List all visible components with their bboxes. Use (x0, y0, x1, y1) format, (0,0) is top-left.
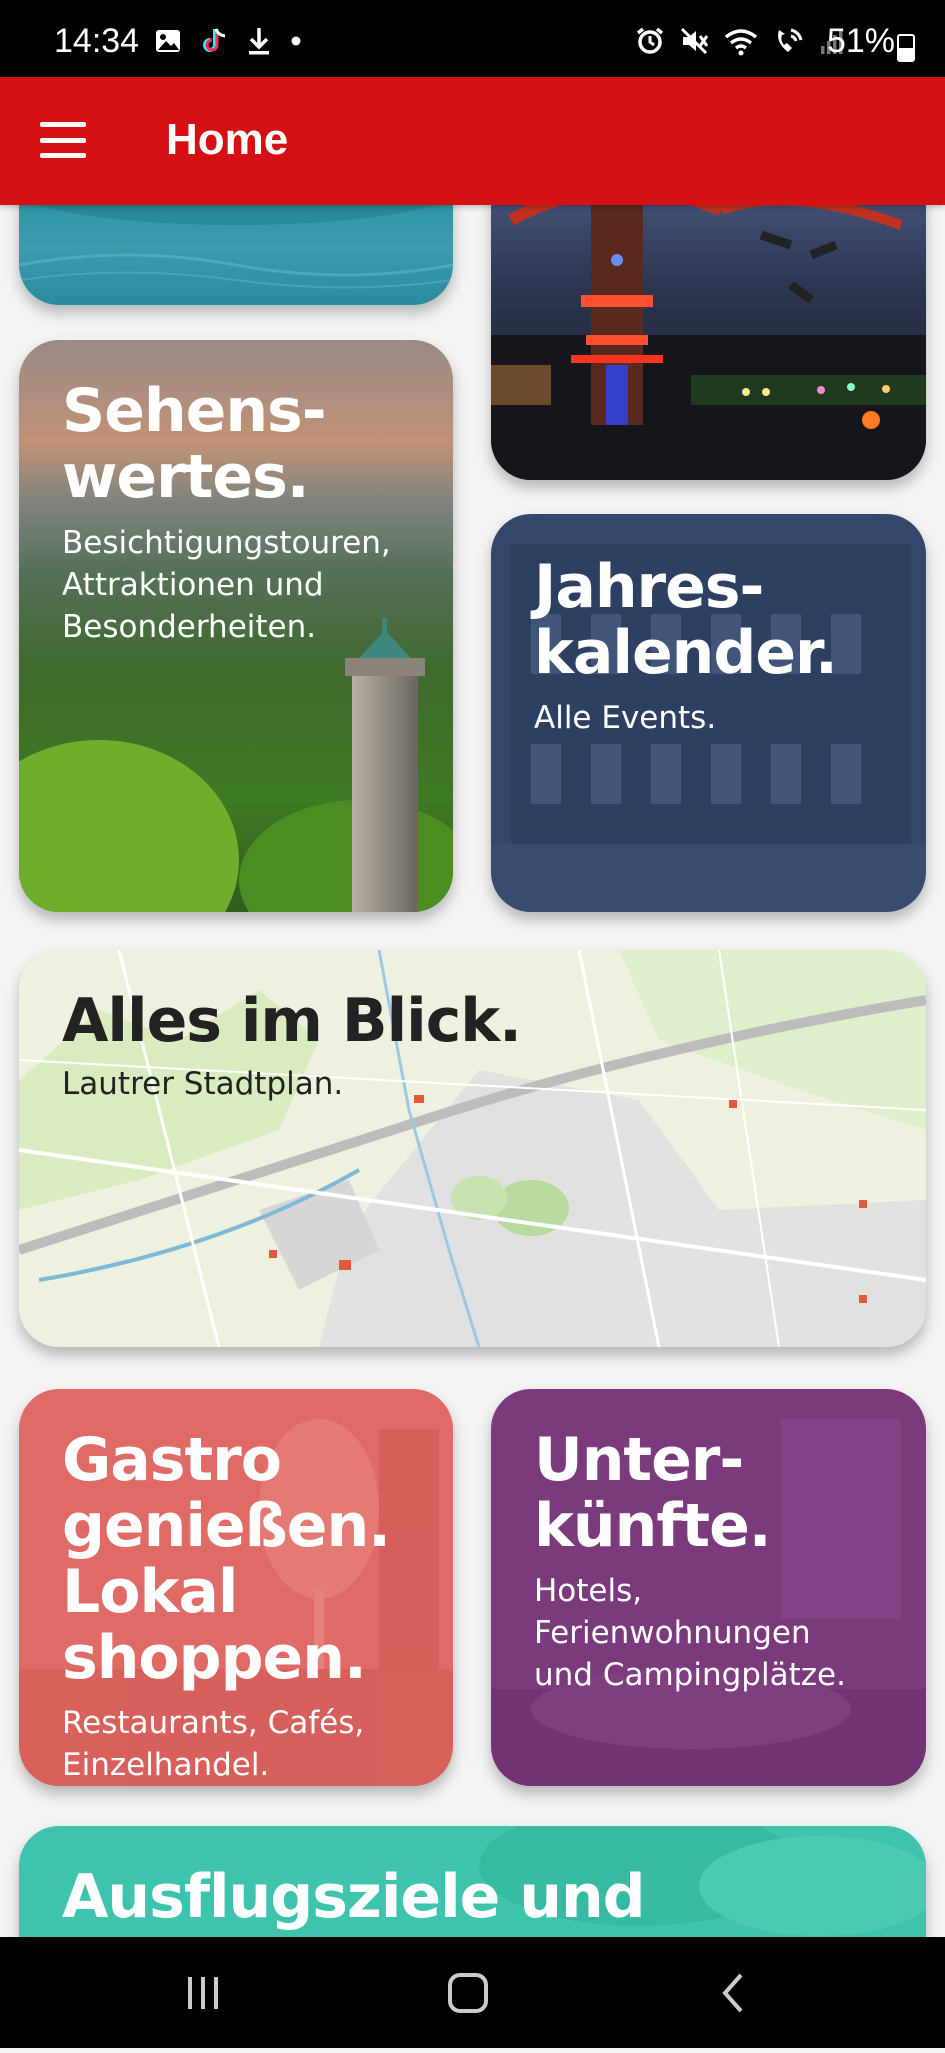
gastro-title-line1: Gastro (62, 1425, 282, 1495)
city-map-tile[interactable]: Alles im Blick. Lautrer Stadtplan. (19, 950, 926, 1347)
mute-icon (680, 27, 709, 55)
system-icons (635, 26, 845, 56)
sights-subtitle-line2: Attraktionen und (62, 567, 324, 603)
water-image (19, 205, 453, 289)
gastro-title-line3: Lokal (62, 1557, 238, 1627)
sights-subtitle-line3: Besonderheiten. (62, 609, 317, 645)
sights-tile[interactable]: Sehens- wertes. Besichtigungstouren, Att… (19, 340, 453, 912)
stays-title-line2: künfte. (534, 1491, 772, 1561)
battery-icon (897, 34, 915, 62)
battery-percentage: 51% (826, 22, 895, 60)
back-icon[interactable] (673, 1937, 793, 2048)
system-navigation-bar (0, 1937, 945, 2048)
gastro-title-line2: genießen. (62, 1491, 391, 1561)
tiktok-icon (203, 28, 226, 52)
stays-subtitle-line2: Ferienwohnungen (534, 1615, 811, 1651)
status-bar: 14:34 51% (0, 0, 945, 77)
sights-subtitle-line1: Besichtigungstouren, (62, 525, 391, 561)
stays-subtitle-line1: Hotels, (534, 1573, 643, 1609)
carousel-image-tile[interactable] (491, 205, 926, 480)
gastro-tile[interactable]: Gastro genießen. Lokal shoppen. Restaura… (19, 1389, 453, 1786)
calendar-title-line2: kalender. (534, 618, 838, 688)
dot-icon (291, 36, 301, 46)
gastro-title-line4: shoppen. (62, 1623, 367, 1693)
hamburger-menu-icon[interactable] (40, 122, 86, 158)
excursions-tile[interactable]: Ausflugsziele und (19, 1826, 926, 1937)
carousel-ride-image (491, 205, 926, 480)
stays-subtitle-line3: und Campingplätze. (534, 1657, 846, 1693)
teal-top-tile[interactable] (19, 205, 453, 305)
wifi-icon (724, 29, 758, 56)
sights-title-line2: wertes. (62, 442, 310, 512)
map-subtitle: Lautrer Stadtplan. (62, 1066, 344, 1102)
home-icon[interactable] (408, 1937, 528, 2048)
recent-apps-icon[interactable] (143, 1937, 263, 2048)
calendar-subtitle: Alle Events. (534, 700, 717, 736)
app-bar: Home (0, 77, 945, 205)
excursions-title: Ausflugsziele und (62, 1862, 646, 1932)
status-time: 14:34 (54, 22, 140, 60)
page-title: Home (166, 115, 289, 164)
accommodation-tile[interactable]: Unter- künfte. Hotels, Ferienwohnungen u… (491, 1389, 926, 1786)
gastro-subtitle-line2: Einzelhandel. (62, 1747, 270, 1783)
calendar-title-line1: Jahres- (534, 552, 764, 622)
wifi-calling-icon (778, 28, 803, 52)
alarm-icon (636, 27, 664, 54)
notification-icons (154, 26, 302, 56)
calendar-tile[interactable]: Jahres- kalender. Alle Events. (491, 514, 926, 912)
gallery-icon (156, 30, 180, 52)
home-grid: Sehens- wertes. Besichtigungstouren, Att… (0, 205, 945, 1937)
gastro-subtitle-line1: Restaurants, Cafés, (62, 1705, 365, 1741)
map-title: Alles im Blick. (62, 986, 522, 1056)
download-icon (249, 28, 269, 55)
stays-title-line1: Unter- (534, 1425, 744, 1495)
sights-title-line1: Sehens- (62, 376, 327, 446)
